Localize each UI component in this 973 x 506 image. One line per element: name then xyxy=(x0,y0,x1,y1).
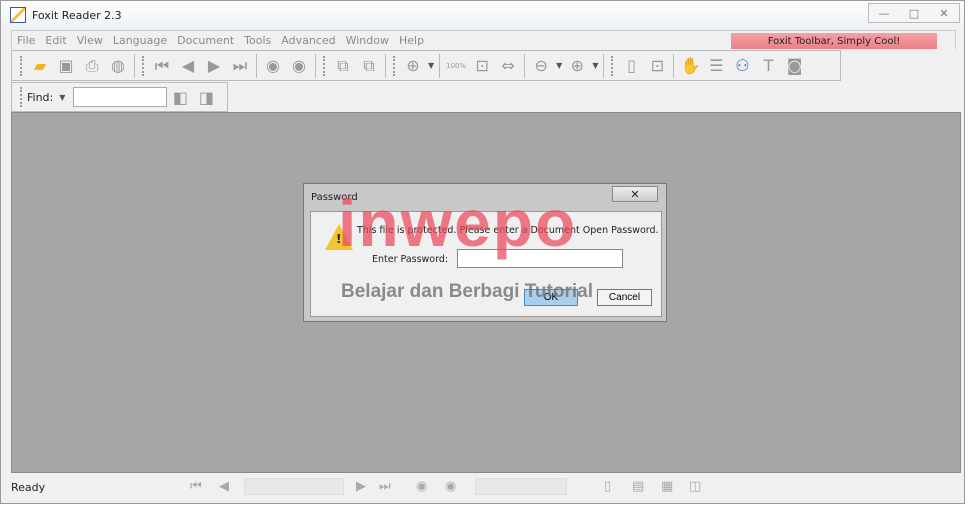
status-first-page-icon[interactable]: ⏮ xyxy=(190,479,202,494)
last-page-icon[interactable]: ⏭ xyxy=(227,53,253,79)
status-forward-icon[interactable]: ◉ xyxy=(445,479,456,494)
facing-icon[interactable]: ▦ xyxy=(661,479,673,494)
rotate-cw-icon[interactable]: ⧉ xyxy=(330,53,356,79)
toolbar-grip[interactable] xyxy=(20,55,23,76)
dialog-title: Password xyxy=(311,192,358,203)
menu-language[interactable]: Language xyxy=(108,34,172,47)
status-next-page-icon[interactable]: ▶ xyxy=(356,479,366,494)
save-icon[interactable]: ▣ xyxy=(53,53,79,79)
menu-document[interactable]: Document xyxy=(172,34,239,47)
find-previous-icon[interactable]: ◧ xyxy=(167,84,193,110)
first-page-icon[interactable]: ⏮ xyxy=(149,53,175,79)
find-options-dropdown[interactable]: ▼ xyxy=(59,93,65,102)
hand-icon[interactable]: ✋ xyxy=(677,53,703,79)
web-icon[interactable]: ◍ xyxy=(105,53,131,79)
status-text: Ready xyxy=(11,481,46,494)
print-icon[interactable]: ⎙ xyxy=(79,53,105,79)
menu-tools[interactable]: Tools xyxy=(239,34,276,47)
fit-width-icon[interactable]: ⇔ xyxy=(495,53,521,79)
minimize-button[interactable]: — xyxy=(869,4,899,22)
menu-view[interactable]: View xyxy=(72,34,108,47)
find-next-icon[interactable]: ◨ xyxy=(193,84,219,110)
zoom-out-dropdown-icon[interactable]: ▼ xyxy=(556,61,562,70)
zoom-out-icon[interactable]: ⊖ xyxy=(528,53,554,79)
zoom-input[interactable] xyxy=(475,478,567,495)
ok-button[interactable]: OK xyxy=(524,289,578,306)
menu-bar: File Edit View Language Document Tools A… xyxy=(11,30,956,49)
continuous-icon[interactable]: ▤ xyxy=(632,479,644,494)
dialog-message: This file is protected. Please enter a D… xyxy=(357,225,659,236)
text-tool-icon[interactable]: T xyxy=(755,53,781,79)
zoom-in-icon[interactable]: ⊕ xyxy=(400,53,426,79)
fit-page-icon[interactable]: ⊡ xyxy=(469,53,495,79)
page-number-input[interactable] xyxy=(244,478,344,495)
password-input[interactable] xyxy=(457,249,623,268)
actual-size-icon[interactable]: 100% xyxy=(443,53,469,79)
prev-page-icon[interactable]: ◀ xyxy=(175,53,201,79)
window-title: Foxit Reader 2.3 xyxy=(32,8,122,22)
status-bar: Ready ⏮ ◀ ▶ ⏭ ◉ ◉ ▯ ▤ ▦ ◫ xyxy=(1,474,964,501)
next-page-icon[interactable]: ▶ xyxy=(201,53,227,79)
select-icon[interactable]: ☰ xyxy=(703,53,729,79)
background-desktop xyxy=(965,0,973,506)
password-dialog: Password ✕ ! This file is protected. Ple… xyxy=(303,183,667,322)
menu-advanced[interactable]: Advanced xyxy=(276,34,340,47)
title-bar: Foxit Reader 2.3 — □ ✕ xyxy=(1,1,964,29)
menu-edit[interactable]: Edit xyxy=(40,34,71,47)
menu-file[interactable]: File xyxy=(12,34,40,47)
open-folder-icon[interactable]: ▰ xyxy=(27,53,53,79)
find-label: Find: xyxy=(27,90,54,104)
menu-help[interactable]: Help xyxy=(394,34,429,47)
forward-icon[interactable]: ◉ xyxy=(286,53,312,79)
zoom-dropdown-icon[interactable]: ▼ xyxy=(428,61,434,70)
cancel-button[interactable]: Cancel xyxy=(597,289,652,306)
status-prev-page-icon[interactable]: ◀ xyxy=(219,479,229,494)
password-label: Enter Password: xyxy=(372,254,449,265)
status-back-icon[interactable]: ◉ xyxy=(416,479,427,494)
dialog-close-button[interactable]: ✕ xyxy=(612,186,658,202)
zoom-plus-dropdown-icon[interactable]: ▼ xyxy=(592,61,598,70)
app-icon xyxy=(10,7,26,23)
warning-icon: ! xyxy=(325,224,353,250)
foxit-toolbar-promo[interactable]: Foxit Toolbar, Simply Cool! xyxy=(731,33,937,49)
zoom-plus-icon[interactable]: ⊕ xyxy=(564,53,590,79)
status-last-page-icon[interactable]: ⏭ xyxy=(379,479,391,494)
find-toolbar: Find: ▼ ◧ ◨ xyxy=(11,82,228,112)
find-input[interactable] xyxy=(73,87,168,107)
fullscreen-icon[interactable]: ⊡ xyxy=(644,53,670,79)
maximize-button[interactable]: □ xyxy=(899,4,929,22)
bookmark-icon[interactable]: ▯ xyxy=(618,53,644,79)
snapshot-icon[interactable]: ◙ xyxy=(781,53,807,79)
main-toolbar: ▰ ▣ ⎙ ◍ ⏮ ◀ ▶ ⏭ ◉ ◉ ⧉ ⧉ ⊕ ▼ 100% ⊡ ⇔ ⊖ ▼ ⊕… xyxy=(11,50,841,81)
single-page-icon[interactable]: ▯ xyxy=(604,479,611,494)
continuous-facing-icon[interactable]: ◫ xyxy=(689,479,701,494)
back-icon[interactable]: ◉ xyxy=(260,53,286,79)
rotate-ccw-icon[interactable]: ⧉ xyxy=(356,53,382,79)
menu-window[interactable]: Window xyxy=(341,34,394,47)
close-button[interactable]: ✕ xyxy=(929,4,959,22)
find-icon[interactable]: ⚇ xyxy=(729,53,755,79)
